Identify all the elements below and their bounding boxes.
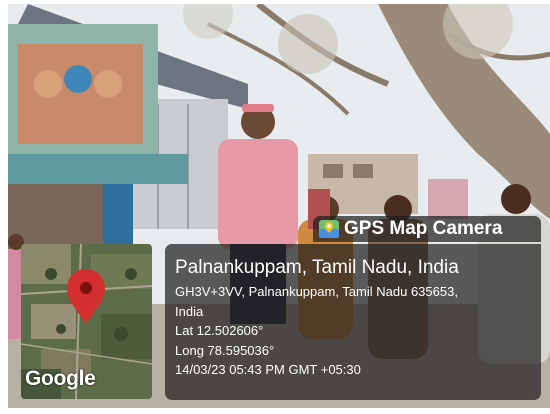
google-logo: Google [25, 367, 96, 390]
latitude: Lat 12.502606° [175, 323, 264, 338]
gps-map-camera-badge: GPS Map Camera [313, 216, 541, 242]
longitude: Long 78.595036° [175, 342, 275, 358]
location-title: Palnankuppam, Tamil Nadu, India [175, 257, 459, 278]
date-time: 14/03/23 05:43 PM GMT +05:30 [175, 362, 361, 377]
map-thumbnail: Google [21, 244, 152, 399]
map-camera-icon [319, 220, 339, 238]
address-line-1: GH3V+3VV, Palnankuppam, Tamil Nadu 63565… [175, 284, 458, 299]
address-line-2: India [175, 303, 204, 319]
badge-text: GPS Map Camera [344, 218, 503, 239]
location-info-panel: Palnankuppam, Tamil Nadu, India GH3V+3VV… [165, 244, 541, 400]
